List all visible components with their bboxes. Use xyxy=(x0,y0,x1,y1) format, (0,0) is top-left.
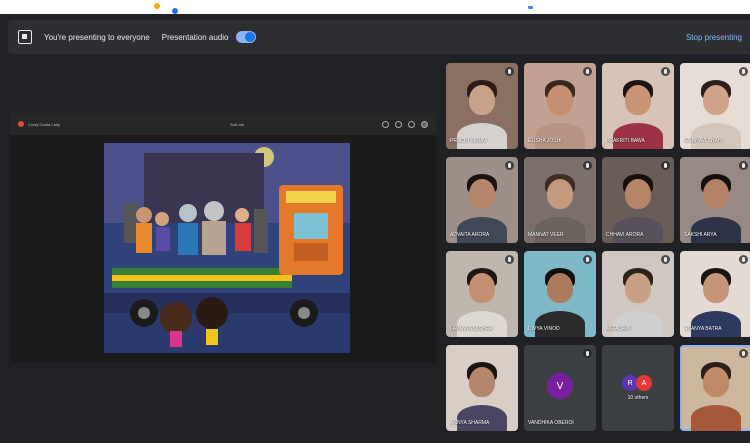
participant-name: ELISHA JOSHI xyxy=(528,138,562,144)
presenting-bar: You're presenting to everyone Presentati… xyxy=(8,20,750,54)
participant-body xyxy=(613,311,663,337)
participant-tile[interactable]: CHHAVI ARORA xyxy=(602,157,674,243)
participant-name: VAIBHAVI SHAH xyxy=(684,138,722,144)
tab-favicon-icon xyxy=(18,121,24,127)
self-video-tile[interactable] xyxy=(680,345,750,431)
mic-off-icon xyxy=(739,161,748,170)
stop-presenting-button[interactable]: Stop presenting xyxy=(686,33,742,42)
participant-name: MANNAT VEER xyxy=(528,232,564,238)
presenting-label: You're presenting to everyone xyxy=(44,32,150,42)
participant-face xyxy=(547,85,573,116)
blue-dot-icon xyxy=(172,8,178,14)
mic-off-icon xyxy=(739,67,748,76)
participant-face xyxy=(703,179,729,210)
participant-body xyxy=(457,217,507,243)
mic-off-icon xyxy=(739,255,748,264)
mic-off-icon xyxy=(505,161,514,170)
participant-name: SAKSHI ARYA xyxy=(684,232,717,238)
tab-tool-icons xyxy=(376,120,428,128)
mic-off-icon xyxy=(661,161,670,170)
profile-icon[interactable] xyxy=(421,120,428,128)
participant-name: ANANYA BATRA xyxy=(684,326,722,332)
others-avatar: A xyxy=(636,375,652,391)
participant-body xyxy=(613,123,663,149)
participant-tile[interactable]: LAVANYA MISHRA xyxy=(446,251,518,337)
shared-screen: Crazy Gaida Lady Sub-tab xyxy=(10,113,436,363)
participant-name: PRAKRITI BAWA xyxy=(606,138,645,144)
mic-off-icon xyxy=(505,255,514,264)
participant-face xyxy=(625,273,651,304)
others-tile[interactable]: R A 10 others xyxy=(602,345,674,431)
participant-body xyxy=(535,217,585,243)
participant-body xyxy=(691,405,741,431)
participant-face xyxy=(547,179,573,210)
participant-avatar-tile[interactable]: V VANDHIKA OBEROI xyxy=(524,345,596,431)
mic-off-icon xyxy=(583,255,592,264)
participant-tile[interactable]: PRAKRITI BAWA xyxy=(602,63,674,149)
participant-face xyxy=(469,367,495,398)
shared-tab-center-text: Sub-tab xyxy=(230,121,245,127)
mic-off-icon xyxy=(583,161,592,170)
participant-face xyxy=(625,179,651,210)
participant-name: LAVANYA MISHRA xyxy=(450,326,493,332)
participant-face xyxy=(547,273,573,304)
present-screen-icon xyxy=(18,30,32,44)
browser-top-strip xyxy=(0,0,750,14)
mic-off-icon xyxy=(505,67,514,76)
participant-name: ADVAITA ARORA xyxy=(450,232,490,238)
participant-face xyxy=(703,85,729,116)
participant-body xyxy=(457,405,507,431)
participant-tile[interactable]: DIVYA VINOD xyxy=(524,251,596,337)
participant-body xyxy=(691,311,741,337)
mic-icon xyxy=(739,349,748,358)
shared-tab-title: Crazy Gaida Lady xyxy=(28,121,61,127)
participant-body xyxy=(457,123,507,149)
download-icon[interactable] xyxy=(395,120,402,128)
participant-face xyxy=(703,367,729,398)
participant-tile[interactable]: VAIBHAVI SHAH xyxy=(680,63,750,149)
participant-face xyxy=(469,85,495,116)
presentation-audio-toggle[interactable] xyxy=(236,31,257,43)
avatar: V xyxy=(547,373,573,399)
participant-face xyxy=(625,85,651,116)
participant-tile[interactable]: MIRA JAIN xyxy=(602,251,674,337)
participant-body xyxy=(457,311,507,337)
mic-off-icon xyxy=(661,255,670,264)
participant-tile[interactable]: ANANYA BATRA xyxy=(680,251,750,337)
participant-tile[interactable]: ELISHA JOSHI xyxy=(524,63,596,149)
participant-tile[interactable]: ANNYA SHARMA xyxy=(446,345,518,431)
participant-body xyxy=(691,217,741,243)
participant-name: DIVYA VINOD xyxy=(528,326,560,332)
more-icon[interactable] xyxy=(408,120,415,128)
participant-name: CHHAVI ARORA xyxy=(606,232,644,238)
participant-tile[interactable]: ADVAITA ARORA xyxy=(446,157,518,243)
participant-tile[interactable]: SAKSHI ARYA xyxy=(680,157,750,243)
participant-name: PRACHI YADAV xyxy=(450,138,487,144)
shared-tab-toolbar: Crazy Gaida Lady Sub-tab xyxy=(10,113,436,135)
cartoon-video-frame xyxy=(104,143,350,353)
participant-name: VANDHIKA OBEROI xyxy=(528,420,574,426)
participant-body xyxy=(691,123,741,149)
participant-face xyxy=(469,273,495,304)
share-icon[interactable] xyxy=(382,120,389,128)
participant-body xyxy=(613,217,663,243)
yellow-dot-icon xyxy=(154,3,160,9)
participant-tile[interactable]: MANNAT VEER xyxy=(524,157,596,243)
others-count-label: 10 others xyxy=(627,395,649,401)
participant-tile[interactable]: PRACHI YADAV xyxy=(446,63,518,149)
participant-grid: PRACHI YADAV ELISHA JOSHI PRAKRITI BAWA VAI… xyxy=(446,63,750,435)
participant-face xyxy=(469,179,495,210)
participant-name: ANNYA SHARMA xyxy=(450,420,490,426)
mic-off-icon xyxy=(583,67,592,76)
participant-body xyxy=(535,123,585,149)
mic-off-icon xyxy=(583,349,592,358)
participant-face xyxy=(703,273,729,304)
presentation-audio-label: Presentation audio xyxy=(161,32,229,42)
participant-name: MIRA JAIN xyxy=(606,326,631,332)
blue-mark-icon xyxy=(528,6,533,9)
participant-body xyxy=(535,311,585,337)
cartoon-truck-illustration xyxy=(104,143,350,353)
mic-off-icon xyxy=(661,67,670,76)
